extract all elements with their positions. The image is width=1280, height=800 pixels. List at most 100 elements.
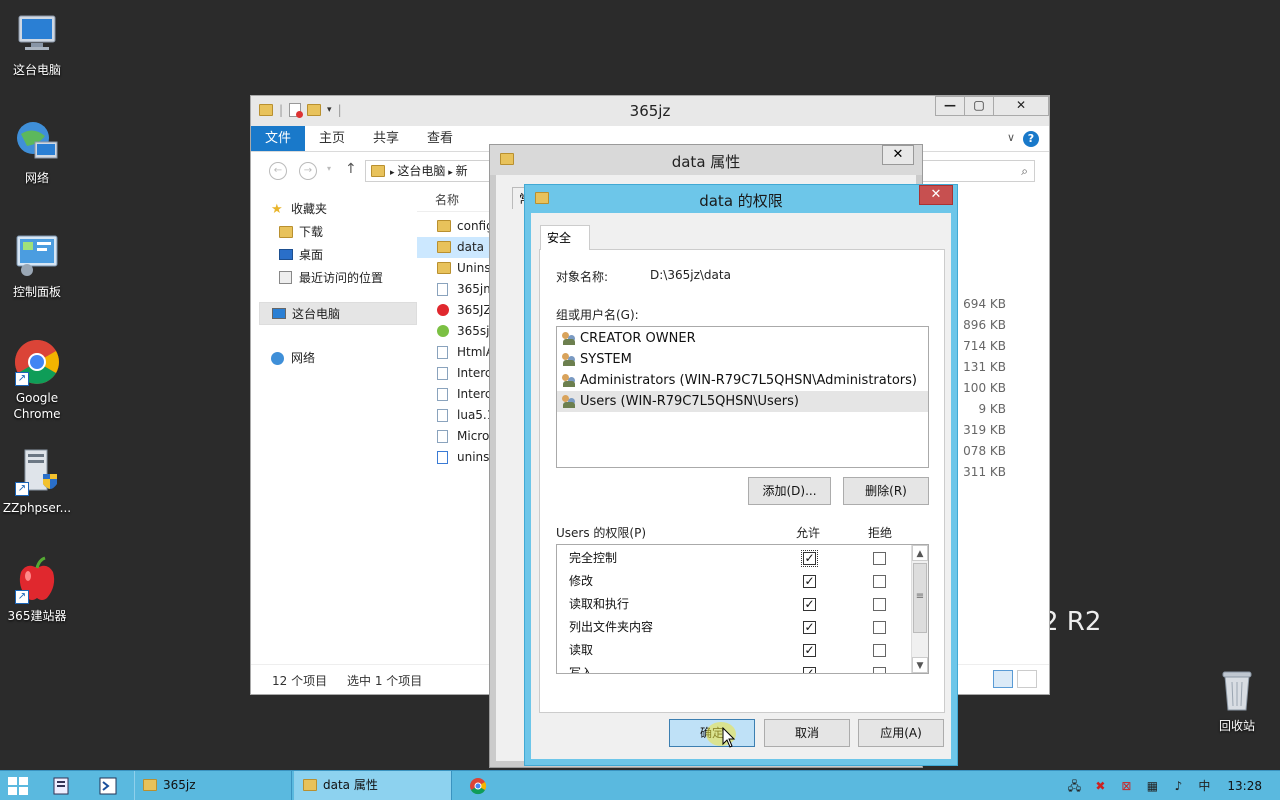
tab-home[interactable]: 主页 [305, 126, 359, 151]
allow-checkbox[interactable]: ✓ [803, 598, 816, 611]
nav-this-pc[interactable]: 这台电脑 [259, 302, 417, 325]
column-header-name[interactable]: 名称 [417, 188, 497, 212]
disconnected-tray-icon[interactable]: ✖ [1092, 778, 1108, 794]
tab-security[interactable]: 安全 [540, 225, 590, 250]
network-tray-icon[interactable]: 🖧 [1066, 778, 1082, 794]
scroll-up-icon[interactable]: ▲ [912, 545, 928, 561]
permissions-dialog: data 的权限 ✕ 安全 对象名称: D:\365jz\data 组或用户名(… [524, 184, 958, 766]
allow-checkbox[interactable]: ✓ [803, 621, 816, 634]
desktop-icon-control-panel[interactable]: 控制面板 [2, 232, 72, 300]
permission-list: 完全控制 ✓ 修改 ✓ 读取和执行 ✓ 列出文件夹内容 ✓ 读取 ✓ 写入 ✓ … [556, 544, 929, 674]
remove-button[interactable]: 删除(R) [843, 477, 929, 505]
search-input[interactable]: ⌕ [915, 160, 1035, 182]
allow-checkbox[interactable]: ✓ [803, 575, 816, 588]
tab-file[interactable]: 文件 [251, 126, 306, 151]
server-manager-icon[interactable] [44, 775, 80, 797]
nav-network[interactable]: 网络 [259, 347, 417, 370]
address-bar[interactable]: ▸ 这台电脑 ▸ 新 [365, 160, 495, 182]
help-icon[interactable]: ? [1023, 131, 1039, 147]
expand-ribbon-chevron-icon[interactable]: ∨ [1007, 131, 1015, 144]
recent-locations-chevron-icon[interactable]: ▾ [327, 164, 331, 173]
start-button[interactable] [8, 777, 28, 795]
explorer-titlebar[interactable]: | ▾ | 365jz — ▢ ✕ [251, 96, 1049, 126]
permission-list-scrollbar[interactable]: ▲ ≡ ▼ [911, 545, 928, 673]
file-row[interactable]: 365jm [417, 279, 497, 300]
object-name-value: D:\365jz\data [650, 268, 731, 282]
forward-button[interactable]: → [299, 162, 317, 180]
file-row[interactable]: 365JZ [417, 300, 497, 321]
volume-tray-icon[interactable]: ♪ [1170, 778, 1186, 794]
desktop-icon-network[interactable]: 网络 [2, 118, 72, 186]
scroll-thumb[interactable]: ≡ [913, 563, 927, 633]
server-error-tray-icon[interactable]: ⊠ [1118, 778, 1134, 794]
tab-view[interactable]: 查看 [413, 126, 467, 151]
file-size: 694 KB [963, 297, 1006, 311]
nav-downloads[interactable]: 下载 [259, 221, 417, 244]
user-row[interactable]: Administrators (WIN-R79C7L5QHSN\Administ… [557, 370, 928, 391]
file-row[interactable]: Interc [417, 363, 497, 384]
close-button[interactable]: ✕ [993, 96, 1049, 116]
user-row[interactable]: Users (WIN-R79C7L5QHSN\Users) [557, 391, 928, 412]
file-size: 131 KB [963, 360, 1006, 374]
deny-checkbox[interactable] [873, 621, 886, 634]
deny-checkbox[interactable] [873, 644, 886, 657]
breadcrumb-this-pc[interactable]: 这台电脑 [397, 164, 445, 178]
powershell-icon[interactable] [90, 775, 126, 797]
permission-row: 列出文件夹内容 ✓ [557, 616, 928, 639]
network-status-tray-icon[interactable]: ▦ [1144, 778, 1160, 794]
properties-close-button[interactable]: ✕ [882, 145, 914, 165]
desktop-icon-365jianzhanqi[interactable]: ↗ 365建站器 [2, 556, 72, 624]
add-button[interactable]: 添加(D)... [748, 477, 831, 505]
allow-checkbox[interactable]: ✓ [801, 550, 818, 567]
cancel-button[interactable]: 取消 [764, 719, 850, 747]
deny-checkbox[interactable] [873, 575, 886, 588]
uninstaller-icon [437, 451, 448, 464]
allow-checkbox[interactable]: ✓ [803, 667, 816, 673]
desktop-icon-google-chrome[interactable]: ↗ Google Chrome [2, 338, 72, 422]
file-row[interactable]: uninst [417, 447, 497, 468]
desktop-icon-zzphpserver[interactable]: ↗ ZZphpser... [2, 448, 72, 516]
allow-checkbox[interactable]: ✓ [803, 644, 816, 657]
desktop-icon-this-pc[interactable]: 这台电脑 [2, 10, 72, 78]
back-button[interactable]: ← [269, 162, 287, 180]
nav-desktop[interactable]: 桌面 [259, 244, 417, 267]
nav-favorites[interactable]: ★ 收藏夹 [259, 198, 417, 221]
clock[interactable]: 13:28 [1227, 779, 1262, 793]
tab-share[interactable]: 共享 [359, 126, 413, 151]
taskbar-item-explorer[interactable]: 365jz [134, 771, 292, 800]
details-view-button[interactable] [993, 670, 1013, 688]
permissions-titlebar[interactable]: data 的权限 ✕ [525, 185, 957, 213]
input-language-indicator[interactable]: 中 [1196, 778, 1212, 794]
file-row[interactable]: Uninst [417, 258, 497, 279]
taskbar-chrome-icon[interactable] [460, 775, 496, 797]
deny-checkbox[interactable] [873, 552, 886, 565]
deny-checkbox[interactable] [873, 667, 886, 673]
minimize-button[interactable]: — [935, 96, 965, 116]
star-icon: ★ [271, 202, 283, 217]
nav-recent[interactable]: 最近访问的位置 [259, 267, 417, 290]
folder-icon [437, 241, 451, 253]
large-icons-view-button[interactable] [1017, 670, 1037, 688]
security-panel: 对象名称: D:\365jz\data 组或用户名(G): CREATOR OW… [539, 249, 945, 713]
recycle-bin-icon [1213, 666, 1261, 714]
scroll-down-icon[interactable]: ▼ [912, 657, 928, 673]
apply-button[interactable]: 应用(A) [858, 719, 944, 747]
file-row[interactable]: Interc [417, 384, 497, 405]
taskbar-item-properties[interactable]: data 属性 [294, 771, 452, 800]
breadcrumb-segment[interactable]: 新 [456, 164, 468, 178]
properties-titlebar[interactable]: data 属性 ✕ [490, 145, 922, 175]
permission-row: 写入 ✓ [557, 662, 928, 673]
permissions-close-button[interactable]: ✕ [919, 185, 953, 205]
maximize-button[interactable]: ▢ [964, 96, 994, 116]
file-row[interactable]: 365sju [417, 321, 497, 342]
up-arrow-icon[interactable]: ↑ [345, 161, 357, 177]
file-row[interactable]: lua5.1 [417, 405, 497, 426]
deny-checkbox[interactable] [873, 598, 886, 611]
user-row[interactable]: SYSTEM [557, 349, 928, 370]
desktop-icon-recycle-bin[interactable]: 回收站 [1202, 666, 1272, 734]
file-row[interactable]: config [417, 216, 497, 237]
file-row[interactable]: HtmlA [417, 342, 497, 363]
user-row[interactable]: CREATOR OWNER [557, 328, 928, 349]
file-row[interactable]: data [417, 237, 497, 258]
file-row[interactable]: Micro [417, 426, 497, 447]
